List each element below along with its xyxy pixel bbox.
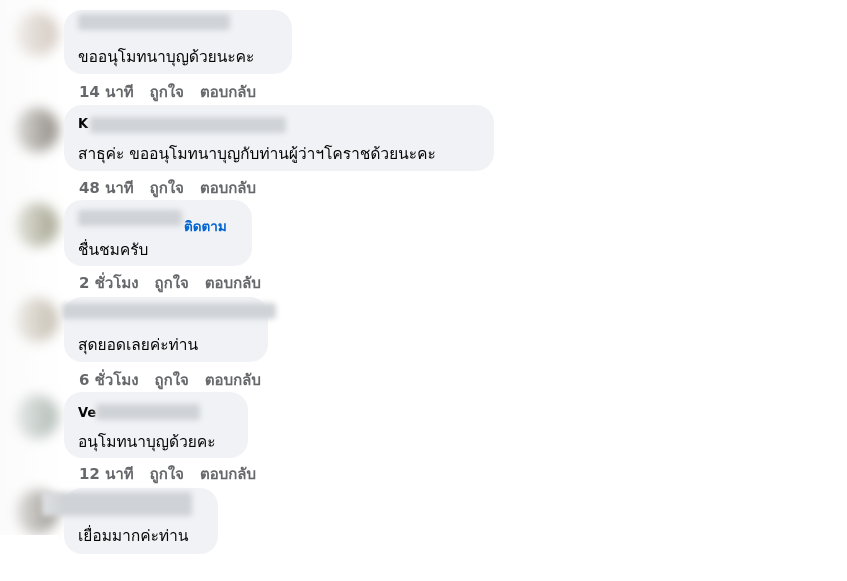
comment-timestamp[interactable]: 14 นาที xyxy=(79,80,134,104)
comment-actions: 6 ชั่วโมง ถูกใจ ตอบกลับ xyxy=(79,368,261,392)
reply-link[interactable]: ตอบกลับ xyxy=(200,462,256,486)
commenter-name-prefix: K xyxy=(78,117,89,132)
left-edge-shade xyxy=(0,0,64,581)
like-link[interactable]: ถูกใจ xyxy=(150,462,184,486)
comment-text: สุดยอดเลยค่ะท่าน xyxy=(78,336,199,354)
commenter-name-prefix: Ve xyxy=(78,406,97,421)
comment-text: สาธุค่ะ ขออนุโมทนาบุญกับท่านผู้ว่าฯโคราช… xyxy=(78,145,436,163)
commenter-name-redacted[interactable] xyxy=(42,492,192,516)
commenter-name-redacted[interactable] xyxy=(78,14,230,30)
comment-text: อนุโมทนาบุญด้วยคะ xyxy=(78,433,216,451)
reply-link[interactable]: ตอบกลับ xyxy=(205,368,261,392)
comment-text: ขออนุโมทนาบุญด้วยนะคะ xyxy=(78,48,255,66)
comment-bubble: K สาธุค่ะ ขออนุโมทนาบุญกับท่านผู้ว่าฯโคร… xyxy=(64,105,494,171)
like-link[interactable]: ถูกใจ xyxy=(155,271,189,295)
comment-timestamp[interactable]: 48 นาที xyxy=(79,176,134,200)
follow-link[interactable]: ติดตาม xyxy=(184,215,227,237)
page-corner xyxy=(0,535,58,581)
comment-bubble: เยื่อมมากค่ะท่าน xyxy=(42,488,218,554)
commenter-name-redacted[interactable] xyxy=(78,210,182,226)
comment-bubble: ขออนุโมทนาบุญด้วยนะคะ xyxy=(64,10,292,74)
comment-bubble: Ve อนุโมทนาบุญด้วยคะ xyxy=(64,392,248,458)
comment-bubble: สุดยอดเลยค่ะท่าน xyxy=(62,297,276,362)
comment-text: ชื่นชมครับ xyxy=(78,241,149,259)
comment-timestamp[interactable]: 6 ชั่วโมง xyxy=(79,368,139,392)
comment-actions: 14 นาที ถูกใจ ตอบกลับ xyxy=(79,80,256,104)
reply-link[interactable]: ตอบกลับ xyxy=(200,80,256,104)
like-link[interactable]: ถูกใจ xyxy=(150,80,184,104)
comment-timestamp[interactable]: 12 นาที xyxy=(79,462,134,486)
comment-timestamp[interactable]: 2 ชั่วโมง xyxy=(79,271,139,295)
reply-link[interactable]: ตอบกลับ xyxy=(205,271,261,295)
like-link[interactable]: ถูกใจ xyxy=(155,368,189,392)
commenter-name-redacted[interactable] xyxy=(62,303,276,319)
comment-actions: 2 ชั่วโมง ถูกใจ ตอบกลับ xyxy=(79,271,261,295)
like-link[interactable]: ถูกใจ xyxy=(150,176,184,200)
reply-link[interactable]: ตอบกลับ xyxy=(200,176,256,200)
comment-text: เยื่อมมากค่ะท่าน xyxy=(78,527,189,545)
comment-bubble: ติดตาม ชื่นชมครับ xyxy=(64,200,252,266)
commenter-name-redacted[interactable] xyxy=(96,404,200,420)
commenter-name-redacted[interactable] xyxy=(90,117,286,133)
comment-feed: ขออนุโมทนาบุญด้วยนะคะ 14 นาที ถูกใจ ตอบก… xyxy=(0,0,847,581)
comment-actions: 12 นาที ถูกใจ ตอบกลับ xyxy=(79,462,256,486)
comment-actions: 48 นาที ถูกใจ ตอบกลับ xyxy=(79,176,256,200)
